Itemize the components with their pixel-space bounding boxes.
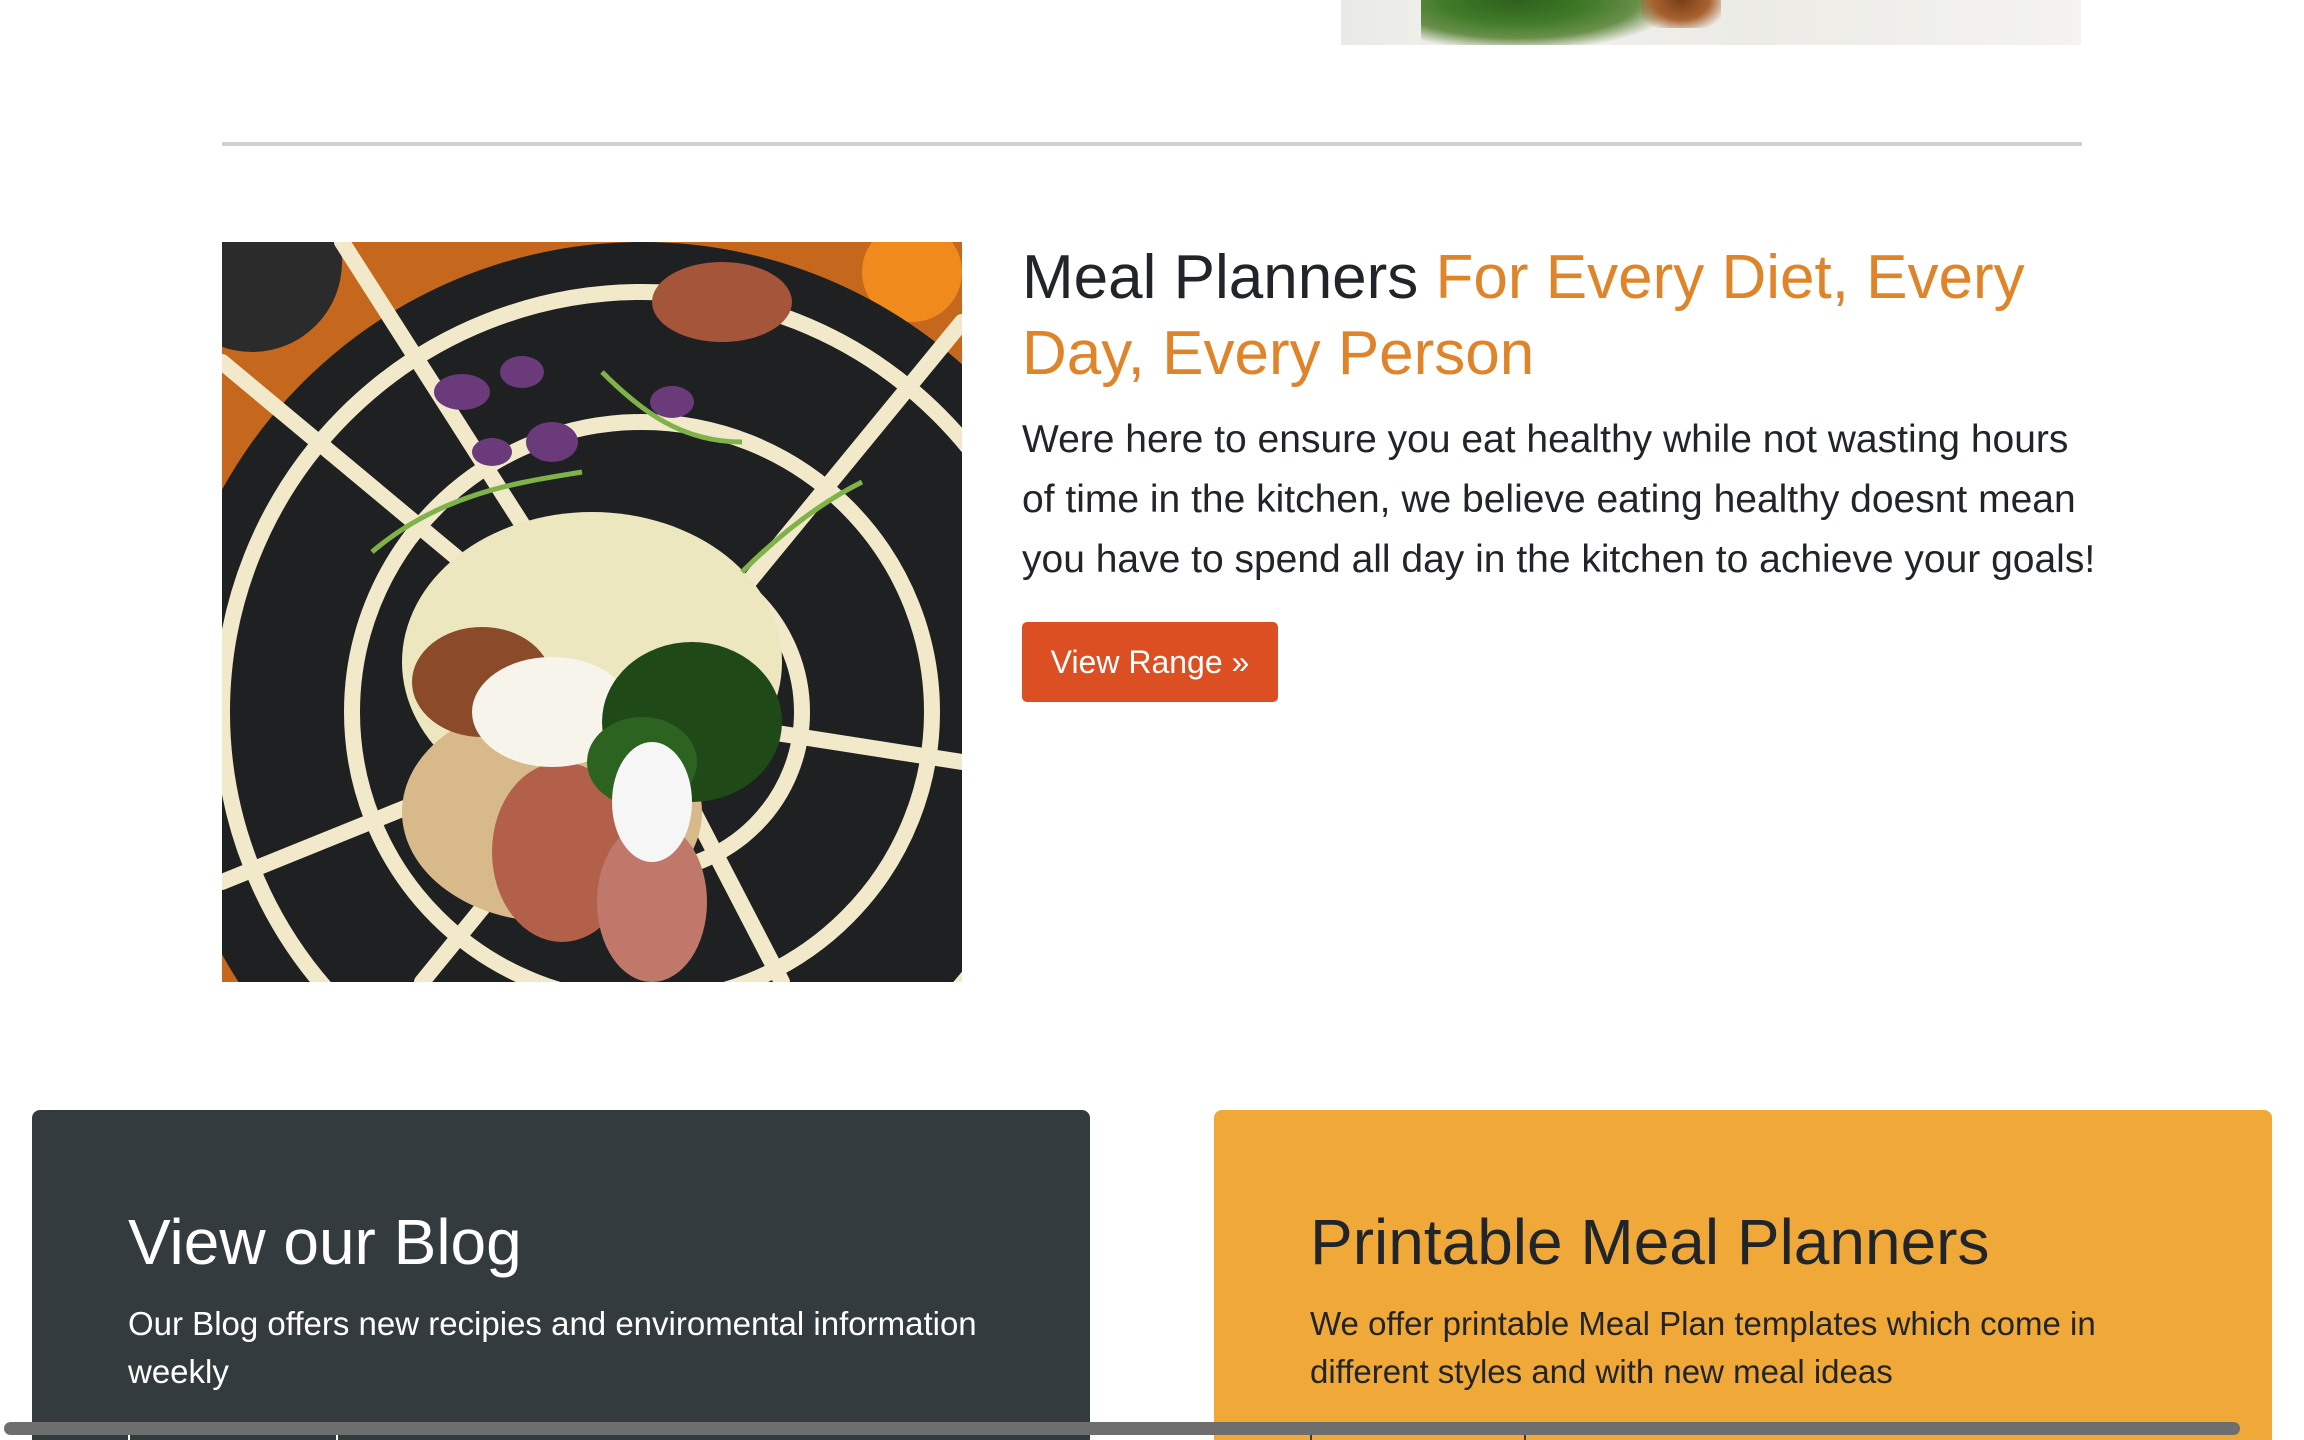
heading-main-text: Meal Planners — [1022, 243, 1436, 312]
blog-card-title: View our Blog — [128, 1206, 522, 1278]
previous-section-food-image — [1341, 0, 2081, 45]
printable-meal-planners-card: Printable Meal Planners We offer printab… — [1214, 1110, 2272, 1440]
image-greens — [1421, 0, 1661, 45]
feature-heading: Meal Planners For Every Diet, Every Day,… — [1022, 240, 2082, 392]
page: Meal Planners For Every Diet, Every Day,… — [0, 0, 2304, 1440]
printable-card-text: We offer printable Meal Plan templates w… — [1310, 1305, 2096, 1390]
printable-card-title: Printable Meal Planners — [1310, 1206, 1990, 1278]
feature-description: Were here to ensure you eat healthy whil… — [1022, 418, 2096, 581]
horizontal-scrollbar[interactable] — [0, 1420, 2304, 1440]
blog-card: View our Blog Our Blog offers new recipi… — [32, 1110, 1090, 1440]
eggs-benedict-image — [222, 242, 962, 982]
image-sauce — [1641, 0, 1721, 28]
blog-card-text: Our Blog offers new recipies and envirom… — [128, 1305, 977, 1390]
view-range-button[interactable]: View Range » — [1022, 622, 1278, 702]
scrollbar-thumb[interactable] — [4, 1422, 2240, 1435]
section-divider — [222, 142, 2082, 146]
